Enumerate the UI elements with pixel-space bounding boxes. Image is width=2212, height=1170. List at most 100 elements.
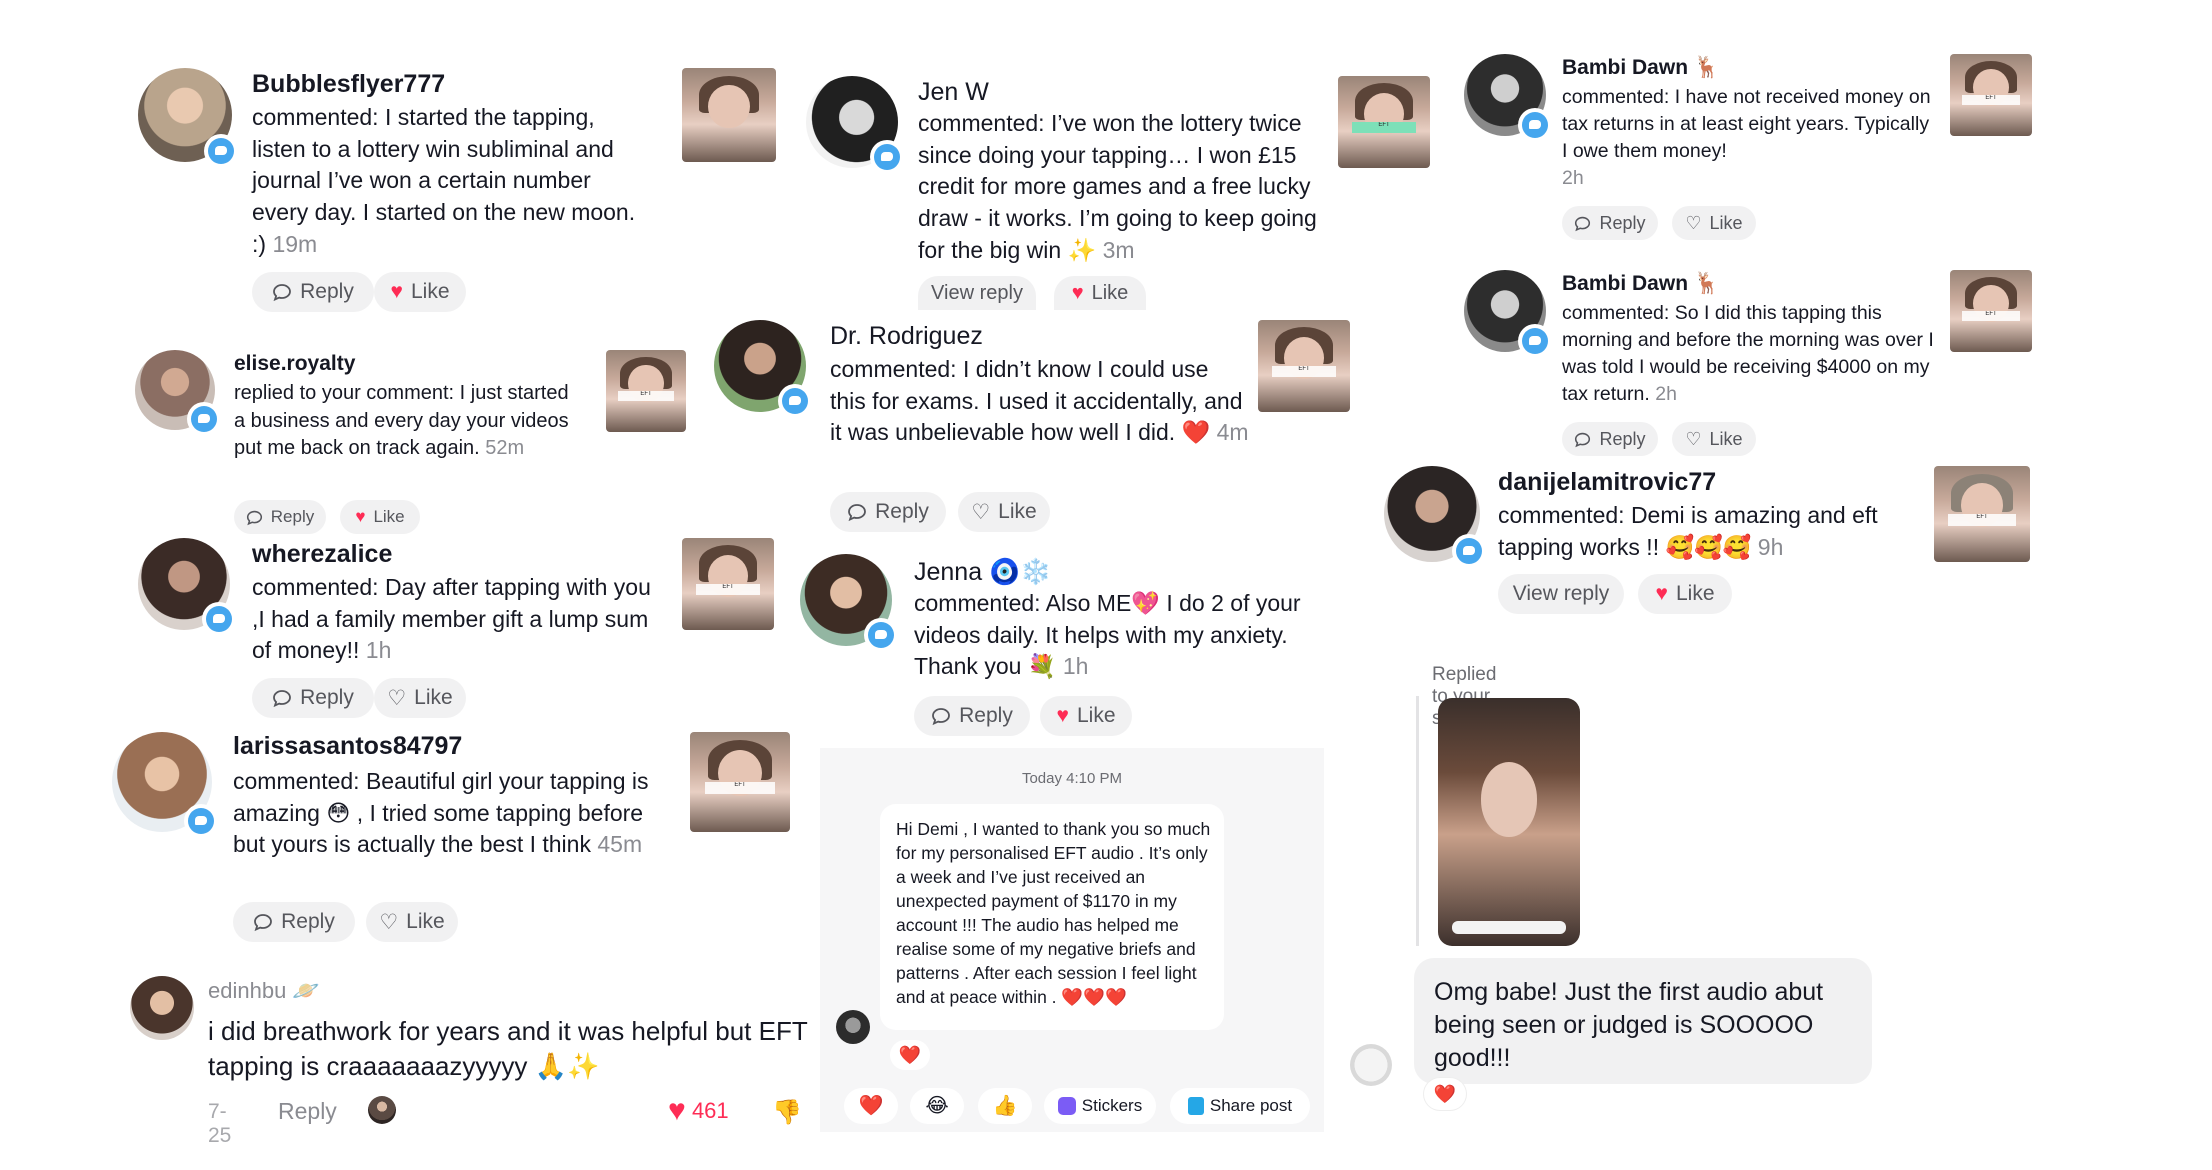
like-button[interactable]: ♡ Like: [1672, 206, 1756, 240]
avatar[interactable]: [1384, 466, 1486, 568]
username[interactable]: Bambi Dawn 🦌: [1562, 272, 1720, 296]
reply-button[interactable]: Reply: [830, 492, 946, 532]
like-button[interactable]: ♥ Like: [1040, 696, 1132, 736]
avatar[interactable]: [1464, 270, 1552, 358]
heart-icon: ♥: [1071, 281, 1084, 304]
video-thumbnail[interactable]: EFT: [690, 732, 790, 832]
avatar[interactable]: [1464, 54, 1552, 142]
comment-text: i did breathwork for years and it was he…: [208, 1016, 808, 1082]
username[interactable]: wherezalice: [252, 540, 392, 569]
like-button[interactable]: ♥ Like: [374, 272, 466, 312]
message-reaction[interactable]: ❤️: [890, 1040, 930, 1070]
view-reply-button[interactable]: View reply: [918, 276, 1036, 310]
quick-reaction-thumbsup[interactable]: 👍: [978, 1088, 1032, 1124]
message-reaction[interactable]: ❤️: [1424, 1078, 1466, 1110]
avatar[interactable]: [135, 350, 221, 436]
timestamp: 3m: [1102, 236, 1135, 263]
avatar[interactable]: [714, 320, 812, 418]
like-button[interactable]: ♥ Like: [340, 500, 420, 534]
message-text: Hi Demi , I wanted to thank you so much …: [896, 819, 1211, 1007]
video-thumbnail[interactable]: [682, 68, 776, 162]
username[interactable]: elise.royalty: [234, 352, 355, 376]
like-button[interactable]: ♡ Like: [1672, 422, 1756, 456]
comment-text: replied to your comment: I just started …: [234, 382, 569, 460]
reply-button[interactable]: Reply: [234, 500, 326, 534]
reply-button[interactable]: Reply: [252, 678, 374, 718]
view-reply-button[interactable]: View reply: [1498, 574, 1624, 614]
timestamp: 4m: [1216, 419, 1249, 446]
like-button[interactable]: ♥ 461: [668, 1094, 729, 1128]
heart-icon: ♥: [1655, 582, 1668, 605]
avatar[interactable]: [800, 554, 898, 652]
username[interactable]: danijelamitrovic77: [1498, 468, 1716, 497]
timestamp: 45m: [597, 831, 643, 858]
like-button[interactable]: ♡ Like: [366, 902, 458, 942]
sender-avatar[interactable]: [1350, 1044, 1392, 1086]
heart-icon: ♡: [387, 686, 407, 710]
share-post-button[interactable]: Share post: [1170, 1088, 1310, 1124]
comment-badge-icon: [187, 402, 221, 436]
heart-icon: ♡: [971, 500, 991, 524]
dislike-icon[interactable]: 👎: [772, 1098, 802, 1127]
comment-text: commented: I’ve won the lottery twice si…: [918, 110, 1317, 263]
username[interactable]: Bambi Dawn 🦌: [1562, 56, 1720, 80]
video-thumbnail[interactable]: EFT: [606, 350, 686, 432]
reply-button[interactable]: Reply: [233, 902, 355, 942]
avatar[interactable]: [138, 68, 238, 168]
reply-button[interactable]: Reply: [252, 272, 374, 312]
avatar[interactable]: [138, 538, 236, 636]
reply-icon: [932, 708, 951, 726]
timestamp: 1h: [365, 637, 392, 664]
timestamp: 52m: [485, 437, 525, 460]
comment-badge-icon: [1518, 108, 1552, 142]
like-button[interactable]: ♥ Like: [1054, 276, 1146, 310]
reply-icon: [1575, 432, 1591, 447]
avatar[interactable]: [806, 76, 904, 174]
video-thumbnail[interactable]: EFT: [682, 538, 774, 630]
quick-reaction-heart[interactable]: ❤️: [844, 1088, 898, 1124]
reply-button[interactable]: Reply: [1562, 422, 1658, 456]
username[interactable]: Dr. Rodriguez: [830, 322, 983, 351]
comment-date: 7-25: [208, 1100, 232, 1147]
username[interactable]: Jenna 🧿❄️: [914, 558, 1051, 587]
comment-badge-icon: [1452, 534, 1486, 568]
avatar[interactable]: [130, 976, 194, 1040]
video-thumbnail[interactable]: EFT: [1258, 320, 1350, 412]
like-button[interactable]: ♡ Like: [374, 678, 466, 718]
comment-text: commented: Demi is amazing and eft tappi…: [1498, 502, 1878, 560]
timestamp: 2h: [1655, 382, 1677, 405]
reply-button[interactable]: Reply: [278, 1098, 337, 1125]
sender-avatar[interactable]: [836, 1010, 870, 1044]
like-button[interactable]: ♥ Like: [1638, 574, 1732, 614]
video-thumbnail[interactable]: EFT: [1950, 54, 2032, 136]
avatar[interactable]: [112, 732, 218, 838]
username[interactable]: larissasantos84797: [233, 732, 462, 761]
username[interactable]: Jen W: [918, 78, 989, 107]
timestamp: 9h: [1757, 533, 1784, 560]
video-thumbnail[interactable]: EFT: [1338, 76, 1430, 168]
comment-badge-icon: [204, 134, 238, 168]
comment-badge-icon: [1518, 324, 1552, 358]
message-text: Omg babe! Just the first audio abut bein…: [1434, 978, 1824, 1072]
direct-message-panel: Today 4:10 PM Hi Demi , I wanted to than…: [820, 748, 1324, 1132]
heart-icon: ♥: [668, 1094, 686, 1127]
sticker-icon: [1057, 1097, 1076, 1115]
message-bubble[interactable]: Hi Demi , I wanted to thank you so much …: [880, 804, 1224, 1030]
quick-reaction-laugh[interactable]: 😂: [910, 1088, 964, 1124]
username[interactable]: Bubblesflyer777: [252, 70, 445, 99]
timestamp: 19m: [272, 230, 318, 257]
reply-button[interactable]: Reply: [914, 696, 1030, 736]
reply-icon: [254, 914, 273, 932]
comment-text: commented: I have not received money on …: [1562, 86, 1931, 189]
heart-icon: ♥: [1056, 704, 1069, 727]
comment-badge-icon: [184, 804, 218, 838]
comment-text: commented: Day after tapping with you ,I…: [252, 574, 651, 664]
story-reply-bubble[interactable]: Omg babe! Just the first audio abut bein…: [1414, 958, 1872, 1084]
reply-button[interactable]: Reply: [1562, 206, 1658, 240]
video-thumbnail[interactable]: EFT: [1934, 466, 2030, 562]
story-thumbnail[interactable]: [1438, 698, 1580, 946]
username[interactable]: edinhbu 🪐: [208, 978, 320, 1004]
video-thumbnail[interactable]: EFT: [1950, 270, 2032, 352]
like-button[interactable]: ♡ Like: [958, 492, 1050, 532]
stickers-button[interactable]: Stickers: [1044, 1088, 1156, 1124]
